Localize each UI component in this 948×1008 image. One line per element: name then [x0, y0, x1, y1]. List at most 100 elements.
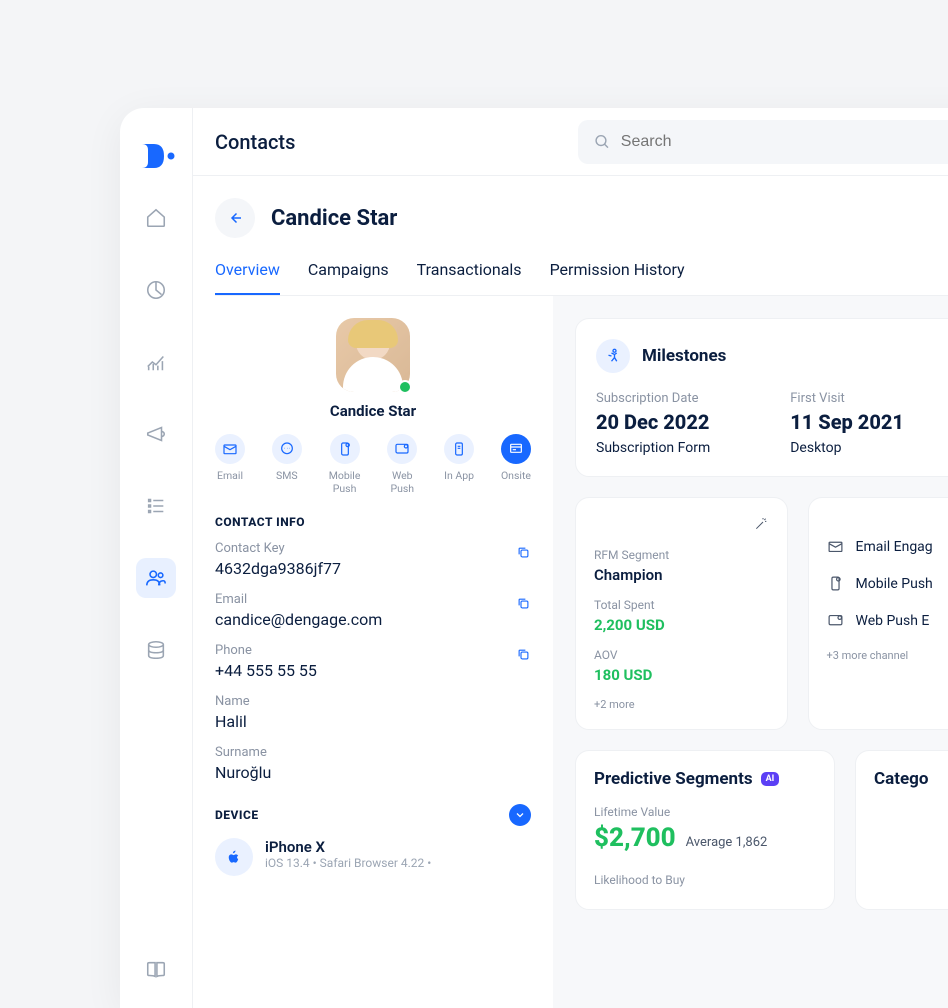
- avatar-name: Candice Star: [330, 402, 416, 420]
- first-visit-sub: Desktop: [790, 440, 904, 456]
- first-visit: 11 Sep 2021: [790, 410, 904, 434]
- device-header: DEVICE: [215, 808, 259, 822]
- engage-card: Email Engag Mobile Push Web Push E +3 mo…: [808, 497, 948, 730]
- copy-contact-key[interactable]: [516, 545, 531, 564]
- nav-lists[interactable]: [136, 486, 176, 526]
- web-push-icon: [387, 434, 417, 464]
- sub-form: Subscription Form: [596, 440, 710, 456]
- engage-mobile[interactable]: Mobile Push: [827, 575, 948, 592]
- total-spent-label: Total Spent: [594, 598, 769, 612]
- nav-reports[interactable]: [136, 342, 176, 382]
- wand-icon[interactable]: [594, 516, 769, 532]
- aov-label: AOV: [594, 648, 769, 662]
- rfm-more[interactable]: +2 more: [594, 698, 769, 711]
- contact-title: Candice Star: [271, 206, 397, 231]
- contact-info-header: CONTACT INFO: [215, 515, 531, 529]
- search-input[interactable]: [621, 133, 948, 151]
- nav-analytics[interactable]: [136, 270, 176, 310]
- tab-transactionals[interactable]: Transactionals: [417, 260, 522, 295]
- phone-value: +44 555 55 55: [215, 661, 531, 680]
- ltv-label: Lifetime Value: [594, 805, 816, 819]
- categories-title: Catego: [874, 769, 948, 789]
- channels: Email SMS Mobile Push Web Push: [215, 434, 531, 495]
- search-icon: [594, 133, 611, 151]
- nav-home[interactable]: [136, 198, 176, 238]
- device-sub: iOS 13.4 • Safari Browser 4.22 •: [265, 856, 431, 870]
- contact-key-label: Contact Key: [215, 541, 531, 556]
- engage-more[interactable]: +3 more channel: [827, 649, 948, 662]
- mobile-push-icon: [330, 434, 360, 464]
- left-panel: Candice Star Email SMS Mobile Push: [193, 296, 553, 1008]
- sms-icon: [272, 434, 302, 464]
- page-title: Contacts: [215, 130, 295, 154]
- app-window: Contacts Candice Star Overview Campaigns…: [120, 108, 948, 1008]
- tab-campaigns[interactable]: Campaigns: [308, 260, 389, 295]
- channel-sms[interactable]: SMS: [272, 434, 302, 495]
- tabs: Overview Campaigns Transactionals Permis…: [215, 260, 948, 296]
- sub-date-label: Subscription Date: [596, 391, 710, 406]
- copy-phone[interactable]: [516, 647, 531, 666]
- avatar: [336, 318, 410, 392]
- channel-web-push[interactable]: Web Push: [387, 434, 417, 495]
- surname-label: Surname: [215, 745, 531, 760]
- rfm-segment: Champion: [594, 566, 769, 584]
- device-toggle[interactable]: [509, 804, 531, 826]
- first-visit-label: First Visit: [790, 391, 904, 406]
- milestones-card: Milestones Subscription Date 20 Dec 2022…: [575, 318, 948, 477]
- category-item: Jewelry: [874, 805, 948, 819]
- search-wrap: [578, 120, 948, 164]
- contact-key-value: 4632dga9386jf77: [215, 559, 531, 578]
- milestones-title: Milestones: [642, 346, 726, 366]
- phone-label: Phone: [215, 643, 531, 658]
- sub-date: 20 Dec 2022: [596, 410, 710, 434]
- topbar: Contacts: [193, 108, 948, 176]
- logo: [136, 136, 176, 176]
- back-button[interactable]: [215, 198, 255, 238]
- email-icon: [215, 434, 245, 464]
- channel-in-app[interactable]: In App: [444, 434, 474, 495]
- predictive-card: Predictive Segments AI Lifetime Value $2…: [575, 750, 835, 910]
- surname-value: Nuroğlu: [215, 763, 531, 782]
- aov: 180 USD: [594, 666, 769, 684]
- email-icon: [827, 538, 844, 555]
- nav-campaigns[interactable]: [136, 414, 176, 454]
- name-label: Name: [215, 694, 531, 709]
- onsite-icon: [501, 434, 531, 464]
- ltv-avg: Average 1,862: [686, 835, 768, 850]
- main: Contacts Candice Star Overview Campaigns…: [193, 108, 948, 1008]
- category-item: Bags: [874, 833, 948, 847]
- channel-mobile-push[interactable]: Mobile Push: [329, 434, 361, 495]
- right-panel: Milestones Subscription Date 20 Dec 2022…: [553, 296, 948, 1008]
- rfm-segment-label: RFM Segment: [594, 548, 769, 562]
- content: Candice Star Email SMS Mobile Push: [193, 296, 948, 1008]
- ai-badge: AI: [761, 772, 780, 786]
- tab-permission-history[interactable]: Permission History: [550, 260, 685, 295]
- nav-contacts[interactable]: [136, 558, 176, 598]
- email-label: Email: [215, 592, 531, 607]
- likelihood-label: Likelihood to Buy: [594, 873, 816, 887]
- engage-email[interactable]: Email Engag: [827, 538, 948, 555]
- milestones-icon: [596, 339, 630, 373]
- ltv-value: $2,700: [594, 823, 676, 853]
- categories-card: Catego Jewelry Bags: [855, 750, 948, 910]
- predictive-title: Predictive Segments: [594, 769, 753, 789]
- subheader: Candice Star Overview Campaigns Transact…: [193, 176, 948, 296]
- name-value: Halil: [215, 712, 531, 731]
- mobile-push-icon: [827, 575, 844, 592]
- nav-docs[interactable]: [136, 950, 176, 990]
- arrow-left-icon: [226, 209, 244, 227]
- engage-web[interactable]: Web Push E: [827, 612, 948, 629]
- tab-overview[interactable]: Overview: [215, 260, 280, 295]
- presence-indicator: [398, 380, 412, 394]
- device-row: iPhone X iOS 13.4 • Safari Browser 4.22 …: [215, 838, 531, 876]
- device-name: iPhone X: [265, 838, 431, 856]
- in-app-icon: [444, 434, 474, 464]
- rfm-card: RFM Segment Champion Total Spent 2,200 U…: [575, 497, 788, 730]
- channel-email[interactable]: Email: [215, 434, 245, 495]
- sidebar: [120, 108, 193, 1008]
- apple-icon: [215, 838, 253, 876]
- copy-email[interactable]: [516, 596, 531, 615]
- nav-data[interactable]: [136, 630, 176, 670]
- channel-onsite[interactable]: Onsite: [501, 434, 531, 495]
- chevron-down-icon: [514, 809, 526, 821]
